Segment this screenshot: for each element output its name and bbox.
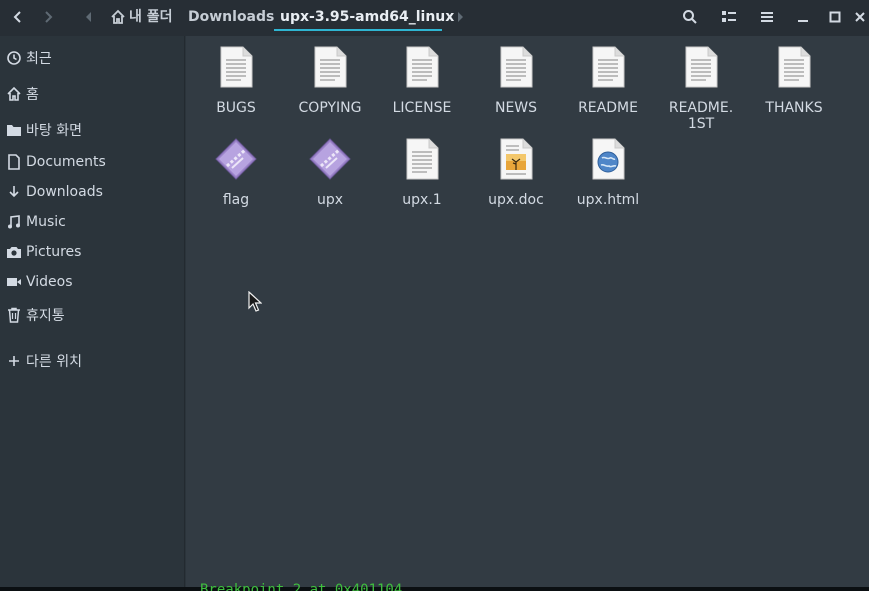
minimize-button[interactable] <box>789 4 817 30</box>
back-button[interactable] <box>4 4 32 30</box>
hamburger-menu-icon <box>761 12 773 22</box>
breadcrumb-label: upx-3.95-amd64_linux <box>280 9 455 25</box>
file-name: README <box>578 100 638 116</box>
file-name: BUGS <box>216 100 256 116</box>
sidebar-item-music[interactable]: Music <box>0 209 185 235</box>
breadcrumb-current-folder[interactable]: upx-3.95-amd64_linux <box>280 6 454 28</box>
executable-icon <box>309 138 351 180</box>
menu-button[interactable] <box>753 4 781 30</box>
forward-button[interactable] <box>34 4 62 30</box>
folder-icon <box>5 121 23 139</box>
close-icon <box>855 12 865 22</box>
path-scroll-left-icon[interactable] <box>85 11 93 23</box>
executable-icon <box>215 138 257 180</box>
file-name: upx.doc <box>488 192 544 208</box>
file-name: flag <box>222 192 250 208</box>
minimize-icon <box>798 20 808 22</box>
sidebar: 최근 홈 바탕 화면 Documents Downloads Music Pic… <box>0 36 185 591</box>
sidebar-item-label: Pictures <box>26 244 82 260</box>
file-name: upx <box>316 192 344 208</box>
sidebar-item-other-locations[interactable]: 다른 위치 <box>0 348 185 374</box>
file-item[interactable]: flag <box>190 138 282 208</box>
sidebar-item-home[interactable]: 홈 <box>0 81 185 107</box>
document-icon <box>5 153 23 171</box>
camera-icon <box>5 243 23 261</box>
sidebar-item-recent[interactable]: 최근 <box>0 45 185 71</box>
breadcrumb-home[interactable]: 내 폴더 <box>110 6 173 28</box>
clock-icon <box>5 49 23 67</box>
file-item[interactable]: NEWS <box>470 46 562 116</box>
document-image-icon <box>500 138 533 180</box>
sidebar-item-label: Documents <box>26 154 106 170</box>
file-item[interactable]: README. 1ST <box>655 46 747 132</box>
sidebar-item-label: 홈 <box>26 87 39 103</box>
file-item[interactable]: upx.doc <box>470 138 562 208</box>
text-file-icon <box>778 46 811 88</box>
sidebar-item-label: 다른 위치 <box>26 354 82 370</box>
text-file-icon <box>592 46 625 88</box>
file-name: upx.html <box>576 192 640 208</box>
file-name: THANKS <box>765 100 823 116</box>
file-item[interactable]: upx.1 <box>376 138 468 208</box>
plus-icon <box>5 352 23 370</box>
text-file-icon <box>406 46 439 88</box>
maximize-button[interactable] <box>821 4 849 30</box>
file-name: README. 1ST <box>668 100 734 132</box>
mouse-pointer-icon <box>248 291 262 312</box>
sidebar-item-desktop[interactable]: 바탕 화면 <box>0 117 185 143</box>
text-file-icon <box>314 46 347 88</box>
background-terminal-text: Breakpoint 2 at 0x401104 <box>200 582 403 591</box>
chevron-left-icon <box>13 11 21 23</box>
music-icon <box>5 213 23 231</box>
sidebar-item-documents[interactable]: Documents <box>0 149 185 175</box>
list-view-icon <box>722 11 736 22</box>
sidebar-item-trash[interactable]: 휴지통 <box>0 302 185 328</box>
path-scroll-right-icon[interactable] <box>456 11 464 23</box>
home-icon <box>111 9 125 24</box>
sidebar-item-label: 휴지통 <box>26 308 65 324</box>
sidebar-item-label: Videos <box>26 274 73 290</box>
breadcrumb-downloads[interactable]: Downloads <box>188 6 274 28</box>
video-icon <box>5 273 23 291</box>
search-button[interactable] <box>676 4 704 30</box>
file-name: upx.1 <box>402 192 442 208</box>
close-button[interactable] <box>851 4 869 30</box>
breadcrumb-label: 내 폴더 <box>129 9 173 25</box>
breadcrumb-label: Downloads <box>188 9 275 25</box>
header-bar: 내 폴더 Downloads upx-3.95-amd64_linux <box>0 0 869 36</box>
sidebar-item-pictures[interactable]: Pictures <box>0 239 185 265</box>
background-window-edge <box>0 587 869 591</box>
sidebar-item-videos[interactable]: Videos <box>0 269 185 295</box>
file-name: NEWS <box>494 100 538 116</box>
text-file-icon <box>406 138 439 180</box>
sidebar-item-downloads[interactable]: Downloads <box>0 179 185 205</box>
file-item[interactable]: README <box>562 46 654 116</box>
view-mode-button[interactable] <box>715 4 743 30</box>
sidebar-item-label: 바탕 화면 <box>26 123 82 139</box>
file-item[interactable]: COPYING <box>284 46 376 116</box>
trash-icon <box>5 306 23 324</box>
download-icon <box>5 183 23 201</box>
file-item[interactable]: upx.html <box>562 138 654 208</box>
search-icon <box>683 10 697 24</box>
chevron-right-icon <box>45 11 53 23</box>
sidebar-item-label: Music <box>26 214 66 230</box>
text-file-icon <box>500 46 533 88</box>
home-icon <box>5 85 23 103</box>
file-name: COPYING <box>298 100 362 116</box>
file-item[interactable]: LICENSE <box>376 46 468 116</box>
text-file-icon <box>685 46 718 88</box>
file-item[interactable]: upx <box>284 138 376 208</box>
file-item[interactable]: BUGS <box>190 46 282 116</box>
file-item[interactable]: THANKS <box>748 46 840 116</box>
file-view[interactable]: BUGS COPYING LICENSE NEWS README README.… <box>186 36 869 587</box>
html-file-icon <box>592 138 625 180</box>
maximize-icon <box>829 11 841 23</box>
active-crumb-indicator <box>274 29 442 31</box>
sidebar-item-label: 최근 <box>26 51 52 67</box>
file-name: LICENSE <box>392 100 452 116</box>
sidebar-item-label: Downloads <box>26 184 103 200</box>
text-file-icon <box>220 46 253 88</box>
